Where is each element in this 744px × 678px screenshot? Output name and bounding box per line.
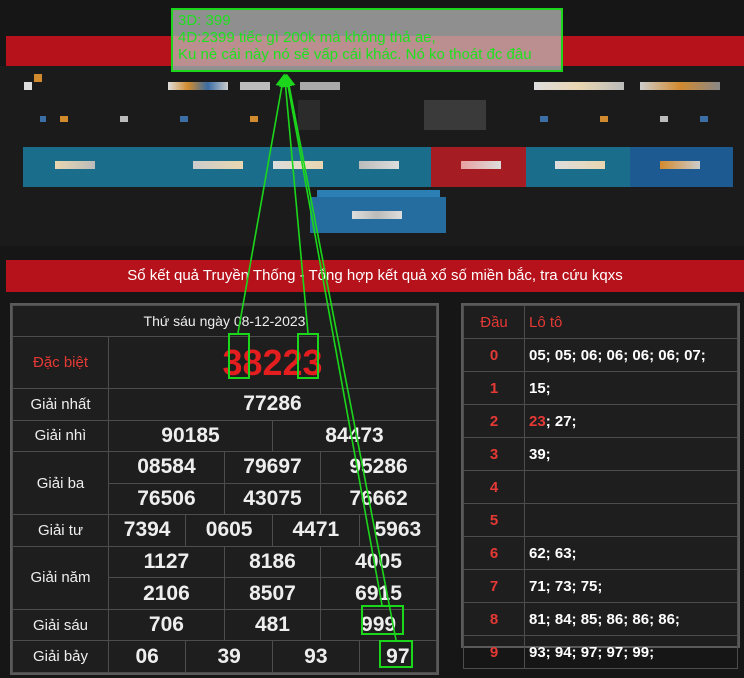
annotation-line: 3D: 399	[178, 12, 231, 29]
arrow-line	[237, 73, 289, 334]
annotation-arrows	[237, 73, 397, 641]
annotation-line: Ku nè cái này nó sẽ vấp cái khác. Nó ko …	[178, 46, 532, 63]
arrow-line	[281, 73, 383, 606]
annotation-line: 4D:2399 tiếc gì 200k mà không thả ae,	[178, 29, 436, 46]
annotation-note: 3D: 399 4D:2399 tiếc gì 200k mà không th…	[171, 8, 563, 72]
arrow-line	[279, 73, 309, 334]
arrow-line	[282, 73, 397, 641]
